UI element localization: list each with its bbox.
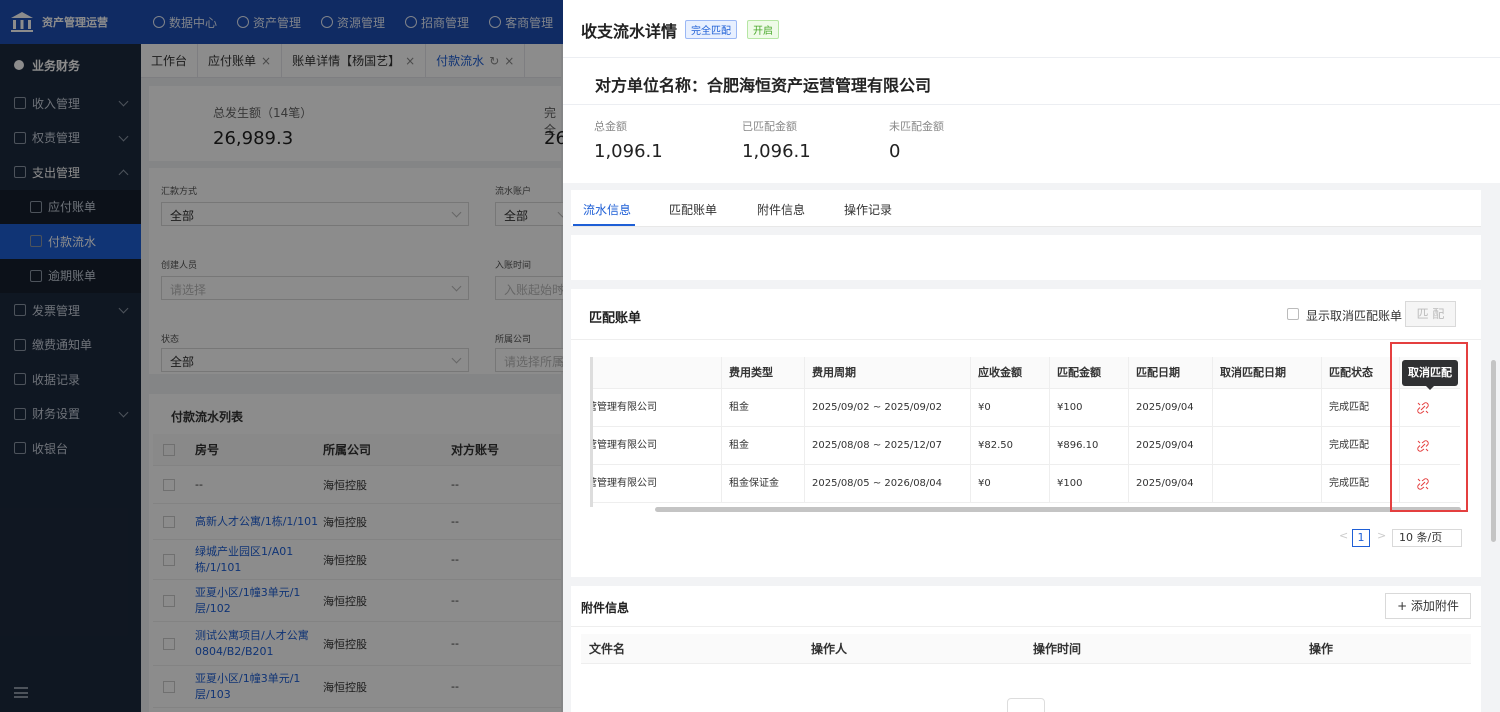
empty-box-icon <box>1007 698 1045 712</box>
match-date-cell: 2025/09/04 <box>1136 402 1194 413</box>
highlight-box <box>1390 342 1468 512</box>
match-date-cell: 2025/09/04 <box>1136 440 1194 451</box>
status-cell: 完成匹配 <box>1329 478 1369 489</box>
attachments-title: 附件信息 <box>581 601 630 615</box>
attachments-card: 附件信息 + 添加附件 文件名 操作人 操作时间 操作 <box>571 586 1481 712</box>
matched-amount-cell: ¥896.10 <box>1057 440 1099 451</box>
show-cancelled-label[interactable]: 显示取消匹配账单 <box>1306 307 1402 324</box>
unmatched-label: 未匹配金额 <box>889 120 944 133</box>
col-header: 匹配金额 <box>1057 366 1101 379</box>
matched-label: 已匹配金额 <box>742 120 797 133</box>
table-row[interactable]: 营管理有限公司 租金 2025/09/02 ~ 2025/09/02 ¥0 ¥1… <box>593 389 1460 427</box>
table-row[interactable]: 营管理有限公司 租金 2025/08/08 ~ 2025/12/07 ¥82.5… <box>593 427 1460 465</box>
matched-bills-table: 费用类型 费用周期 应收金额 匹配金额 匹配日期 取消匹配日期 匹配状态 营管理… <box>590 357 1460 507</box>
unmatched-value: 0 <box>889 141 901 162</box>
pager-prev-button[interactable]: < <box>1339 529 1348 547</box>
status-cell: 完成匹配 <box>1329 440 1369 451</box>
divider <box>571 339 1481 340</box>
receivable-cell: ¥0 <box>978 478 991 489</box>
col-divider <box>970 357 971 503</box>
match-date-cell: 2025/09/04 <box>1136 478 1194 489</box>
table-row[interactable]: 营管理有限公司 租金保证金 2025/08/05 ~ 2026/08/04 ¥0… <box>593 465 1460 503</box>
matched-bills-title: 匹配账单 <box>589 311 642 326</box>
match-status-badge: 完全匹配 <box>685 20 737 39</box>
tab-attachments[interactable]: 附件信息 <box>757 201 805 218</box>
period-cell: 2025/08/05 ~ 2026/08/04 <box>812 478 943 489</box>
flow-info-card <box>571 235 1481 280</box>
matched-amount-cell: ¥100 <box>1057 478 1083 489</box>
fee-type-cell: 租金 <box>729 402 749 413</box>
col-divider <box>1128 357 1129 503</box>
divider <box>563 104 1500 105</box>
pager-next-button[interactable]: > <box>1377 529 1386 547</box>
tab-operation-log[interactable]: 操作记录 <box>844 201 892 218</box>
counterparty-value: 合肥海恒资产运营管理有限公司 <box>707 76 932 95</box>
tab-flow-info[interactable]: 流水信息 <box>583 201 631 218</box>
receivable-cell: ¥82.50 <box>978 440 1013 451</box>
divider <box>571 626 1481 627</box>
attachments-header-row: 文件名 操作人 操作时间 操作 <box>581 634 1471 664</box>
col-header: 费用类型 <box>729 366 773 379</box>
total-label: 总金额 <box>594 120 627 133</box>
col-header: 操作 <box>1309 642 1334 656</box>
period-cell: 2025/09/02 ~ 2025/09/02 <box>812 402 943 413</box>
matched-amount-cell: ¥100 <box>1057 402 1083 413</box>
drawer-title: 收支流水详情 <box>581 22 678 41</box>
col-divider <box>1049 357 1050 503</box>
vertical-scrollbar[interactable] <box>1491 360 1496 542</box>
col-header: 操作时间 <box>1033 642 1082 656</box>
col-header: 匹配日期 <box>1136 366 1180 379</box>
col-divider <box>721 357 722 503</box>
company-cell: 营管理有限公司 <box>590 478 657 489</box>
divider <box>563 57 1500 58</box>
tab-matched-bills[interactable]: 匹配账单 <box>669 201 717 218</box>
col-header: 操作人 <box>811 642 848 656</box>
col-header: 费用周期 <box>812 366 856 379</box>
modal-mask[interactable] <box>0 0 563 712</box>
company-cell: 营管理有限公司 <box>590 402 657 413</box>
total-value: 1,096.1 <box>594 141 663 162</box>
matched-bills-card: 匹配账单 显示取消匹配账单 匹 配 费用类型 费用周期 应收金额 匹配金额 匹配… <box>571 289 1481 577</box>
fee-type-cell: 租金保证金 <box>729 478 779 489</box>
flow-detail-drawer: 收支流水详情 完全匹配 开启 对方单位名称：合肥海恒资产运营管理有限公司 总金额… <box>563 0 1500 712</box>
col-divider <box>804 357 805 503</box>
col-divider <box>1321 357 1322 503</box>
show-cancelled-checkbox[interactable] <box>1287 308 1299 320</box>
counterparty-label: 对方单位名称： <box>595 76 708 95</box>
open-status-badge: 开启 <box>747 20 779 39</box>
active-tab-indicator <box>573 224 635 226</box>
counterparty-name: 对方单位名称：合肥海恒资产运营管理有限公司 <box>595 72 931 96</box>
fee-type-cell: 租金 <box>729 440 749 451</box>
period-cell: 2025/08/08 ~ 2025/12/07 <box>812 440 943 451</box>
add-attachment-button[interactable]: + 添加附件 <box>1385 593 1471 619</box>
company-cell: 营管理有限公司 <box>590 440 657 451</box>
col-header: 应收金额 <box>978 366 1022 379</box>
col-divider <box>1212 357 1213 503</box>
horizontal-scrollbar[interactable] <box>655 507 1461 512</box>
pager-page-1[interactable]: 1 <box>1352 529 1370 547</box>
status-cell: 完成匹配 <box>1329 402 1369 413</box>
receivable-cell: ¥0 <box>978 402 991 413</box>
table-header-row: 费用类型 费用周期 应收金额 匹配金额 匹配日期 取消匹配日期 匹配状态 <box>593 357 1460 389</box>
match-button[interactable]: 匹 配 <box>1405 301 1456 327</box>
matched-value: 1,096.1 <box>742 141 811 162</box>
page-size-select[interactable]: 10 条/页 <box>1392 529 1462 547</box>
drawer-header: 收支流水详情 完全匹配 开启 对方单位名称：合肥海恒资产运营管理有限公司 总金额… <box>563 0 1500 183</box>
drawer-tabs: 流水信息 匹配账单 附件信息 操作记录 <box>571 190 1481 227</box>
col-header: 匹配状态 <box>1329 366 1373 379</box>
col-header: 文件名 <box>589 642 626 656</box>
col-header: 取消匹配日期 <box>1220 366 1286 379</box>
